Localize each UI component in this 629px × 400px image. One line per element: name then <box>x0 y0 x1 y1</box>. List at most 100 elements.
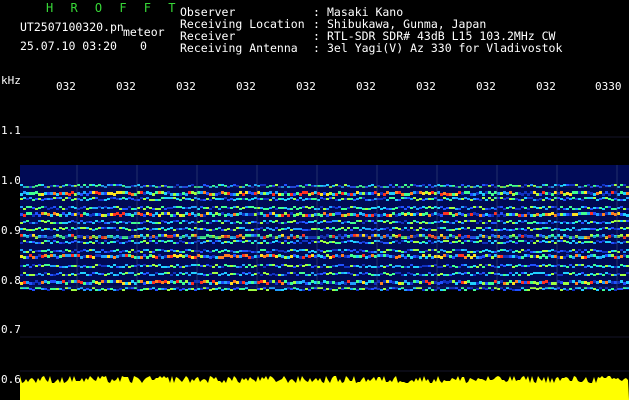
signal-pixel <box>221 212 224 215</box>
signal-pixel <box>443 240 446 242</box>
signal-pixel <box>422 265 425 267</box>
signal-pixel <box>248 213 251 216</box>
signal-pixel <box>68 250 71 252</box>
signal-pixel <box>143 192 146 195</box>
signal-pixel <box>359 280 362 283</box>
signal-pixel <box>47 213 50 216</box>
signal-pixel <box>182 251 185 253</box>
signal-pixel <box>170 249 173 251</box>
signal-pixel <box>572 208 575 210</box>
signal-pixel <box>35 185 38 187</box>
signal-pixel <box>599 287 602 289</box>
signal-pixel <box>89 289 92 291</box>
signal-pixel <box>71 199 74 201</box>
signal-pixel <box>305 288 308 290</box>
signal-pixel <box>122 289 125 291</box>
signal-pixel <box>134 251 137 253</box>
signal-pixel <box>554 184 557 186</box>
signal-pixel <box>452 222 455 224</box>
signal-pixel <box>461 206 464 208</box>
signal-pixel <box>188 265 191 267</box>
signal-pixel <box>461 213 464 216</box>
signal-pixel <box>101 214 104 217</box>
signal-pixel <box>551 193 554 196</box>
signal-pixel <box>449 274 452 276</box>
signal-pixel <box>281 214 284 217</box>
signal-pixel <box>242 227 245 229</box>
signal-pixel <box>314 255 317 258</box>
signal-pixel <box>230 282 233 285</box>
meteor-count: 0 <box>140 39 147 53</box>
signal-pixel <box>572 184 575 186</box>
signal-pixel <box>284 212 287 215</box>
signal-pixel <box>155 228 158 230</box>
signal-pixel <box>308 198 311 200</box>
signal-pixel <box>509 184 512 186</box>
signal-pixel <box>527 254 530 257</box>
signal-pixel <box>53 206 56 208</box>
signal-pixel <box>512 193 515 196</box>
signal-pixel <box>200 251 203 253</box>
signal-pixel <box>503 255 506 258</box>
signal-pixel <box>518 208 521 210</box>
signal-pixel <box>146 220 149 222</box>
signal-pixel <box>164 221 167 223</box>
signal-pixel <box>455 249 458 251</box>
signal-pixel <box>62 242 65 244</box>
signal-pixel <box>446 184 449 186</box>
signal-pixel <box>164 229 167 231</box>
signal-pixel <box>53 192 56 195</box>
signal-pixel <box>491 207 494 209</box>
x-tick-label: 032 <box>176 80 196 93</box>
signal-pixel <box>407 241 410 243</box>
signal-pixel <box>131 265 134 267</box>
signal-pixel <box>143 288 146 290</box>
signal-pixel <box>341 264 344 266</box>
signal-pixel <box>365 250 368 252</box>
signal-pixel <box>485 242 488 244</box>
signal-pixel <box>398 234 401 237</box>
signal-pixel <box>140 191 143 194</box>
signal-pixel <box>338 282 341 285</box>
signal-pixel <box>524 240 527 242</box>
signal-pixel <box>182 197 185 199</box>
signal-pixel <box>167 228 170 230</box>
signal-pixel <box>578 287 581 289</box>
signal-pixel <box>101 280 104 283</box>
signal-pixel <box>260 264 263 266</box>
signal-pixel <box>230 242 233 244</box>
signal-pixel <box>164 185 167 187</box>
signal-pixel <box>563 184 566 186</box>
signal-pixel <box>479 220 482 222</box>
signal-pixel <box>569 236 572 239</box>
signal-pixel <box>581 236 584 239</box>
signal-pixel <box>464 256 467 259</box>
signal-pixel <box>311 266 314 268</box>
signal-pixel <box>86 235 89 238</box>
signal-pixel <box>506 236 509 239</box>
signal-pixel <box>203 265 206 267</box>
signal-pixel <box>488 240 491 242</box>
signal-pixel <box>452 256 455 259</box>
signal-pixel <box>170 265 173 267</box>
signal-pixel <box>182 214 185 217</box>
signal-pixel <box>155 222 158 224</box>
signal-pixel <box>326 221 329 223</box>
signal-pixel <box>293 214 296 217</box>
signal-pixel <box>581 256 584 259</box>
signal-pixel <box>485 254 488 257</box>
signal-pixel <box>392 197 395 199</box>
signal-pixel <box>224 229 227 231</box>
signal-pixel <box>368 199 371 201</box>
signal-pixel <box>236 213 239 216</box>
signal-pixel <box>374 222 377 224</box>
signal-pixel <box>68 242 71 244</box>
signal-pixel <box>551 229 554 231</box>
signal-pixel <box>374 234 377 237</box>
signal-pixel <box>71 241 74 243</box>
signal-pixel <box>209 240 212 242</box>
signal-pixel <box>41 265 44 267</box>
signal-pixel <box>383 280 386 283</box>
signal-pixel <box>278 229 281 231</box>
signal-pixel <box>395 184 398 186</box>
